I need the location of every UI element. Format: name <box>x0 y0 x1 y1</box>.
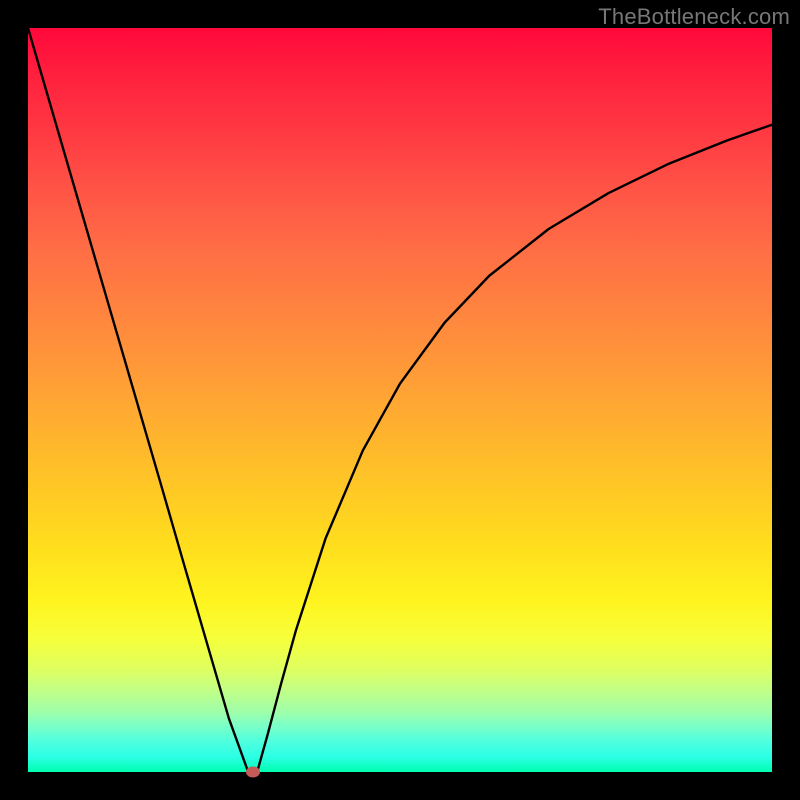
chart-frame: TheBottleneck.com <box>0 0 800 800</box>
plot-area <box>28 28 772 772</box>
curve-svg <box>28 28 772 772</box>
watermark-text: TheBottleneck.com <box>598 4 790 30</box>
curve-path <box>28 28 772 772</box>
minimum-marker <box>246 767 260 778</box>
